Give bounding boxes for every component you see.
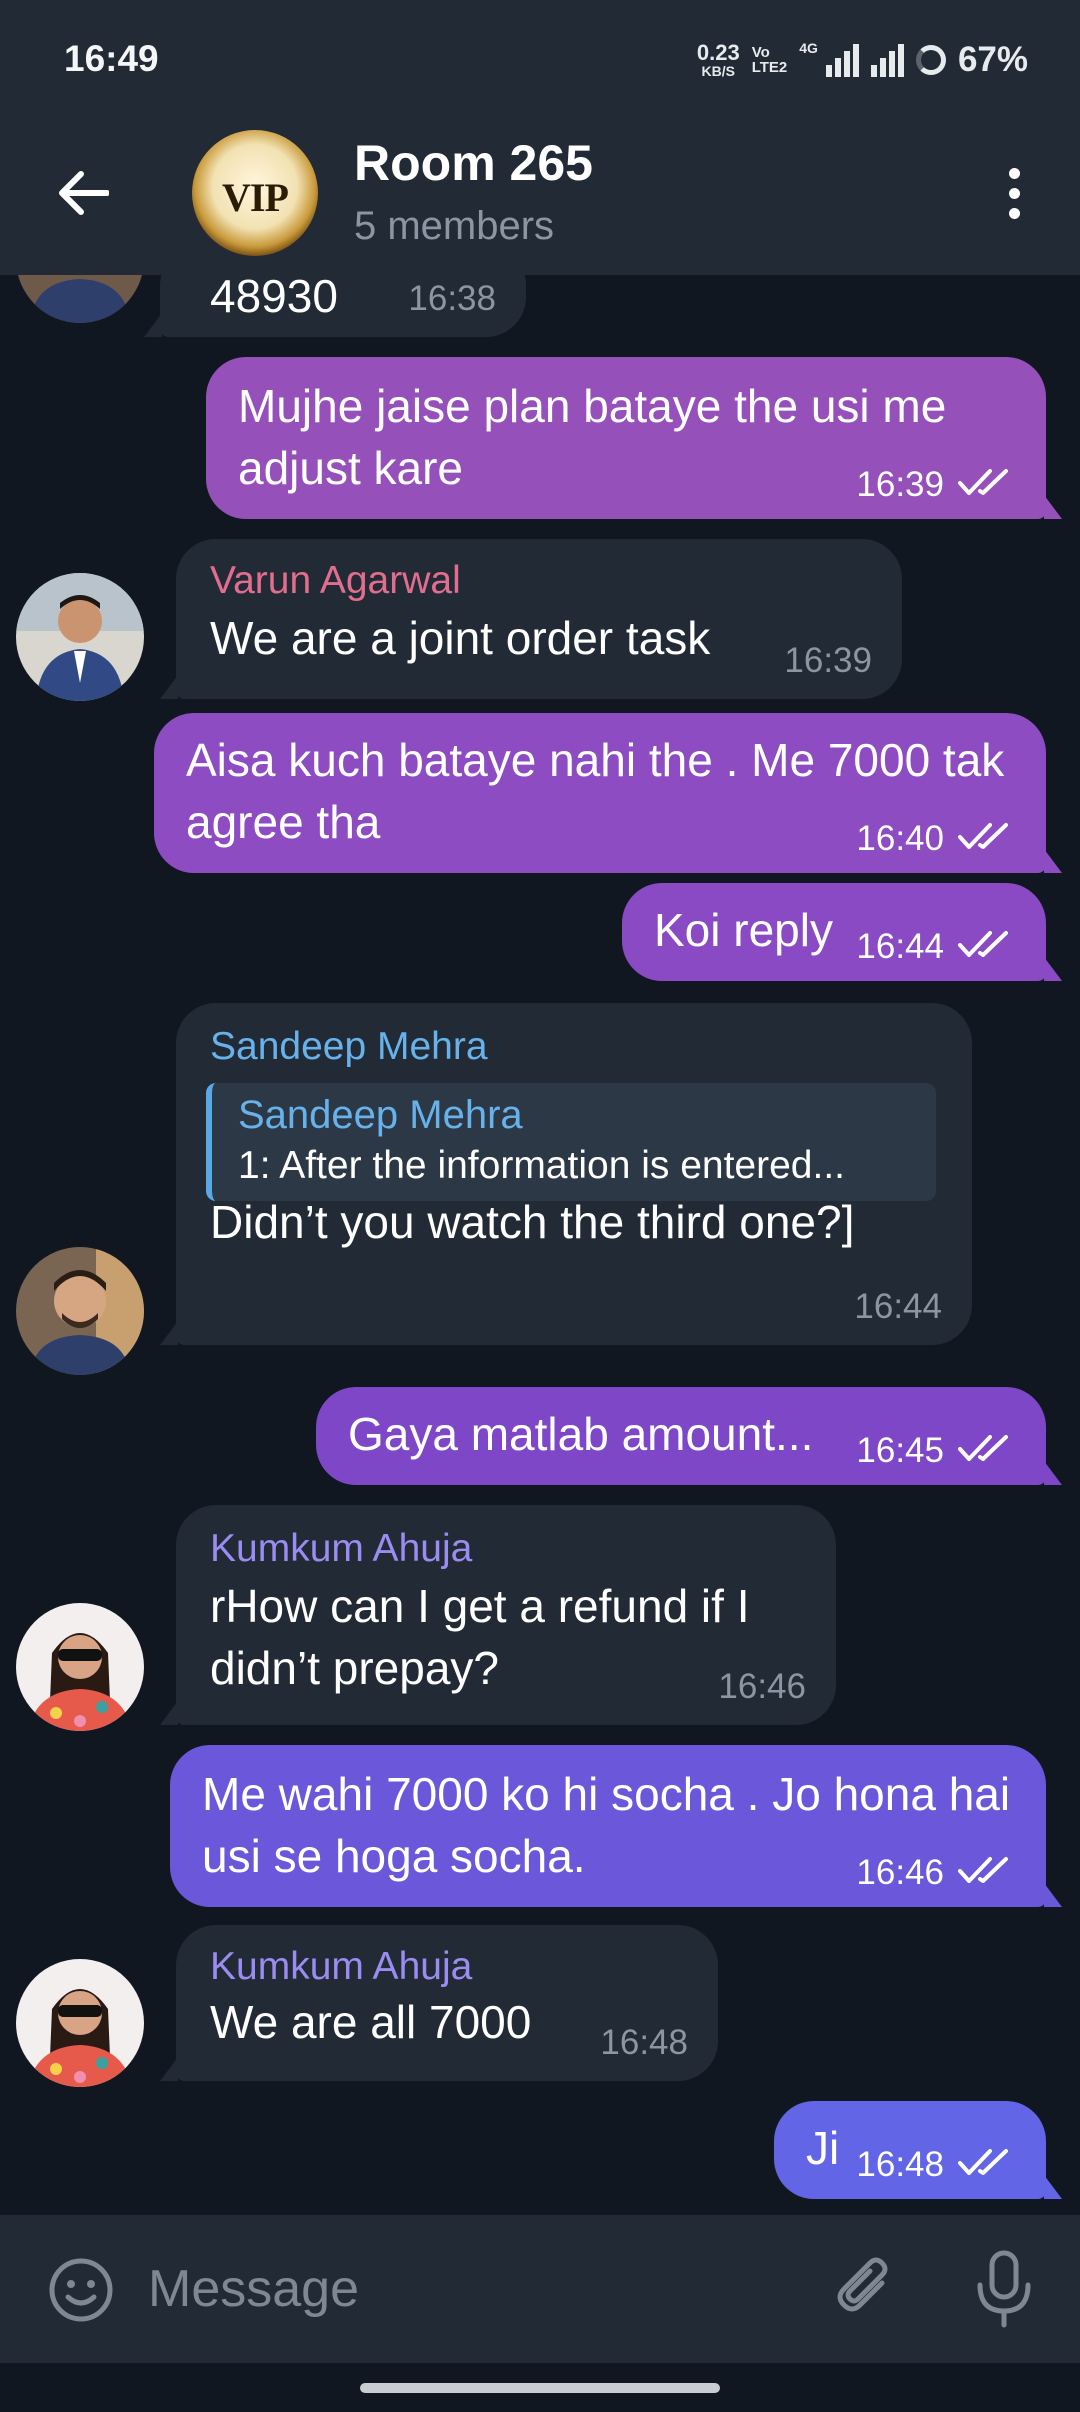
message-time: 16:46 xyxy=(856,1853,944,1892)
group-title[interactable]: Room 265 xyxy=(354,134,593,192)
reply-quote-sender: Sandeep Mehra xyxy=(238,1093,523,1137)
message-time: 16:44 xyxy=(854,1287,942,1326)
battery-icon xyxy=(915,45,946,75)
read-ticks-icon xyxy=(958,1435,1008,1461)
message-time: 16:39 xyxy=(856,465,944,504)
message-time: 16:40 xyxy=(856,819,944,858)
message-bubble[interactable]: Sandeep Mehra Sandeep Mehra 1: After the… xyxy=(160,1003,972,1345)
home-indicator[interactable] xyxy=(360,2383,720,2393)
message-time: 16:39 xyxy=(784,641,872,680)
sender-name[interactable]: Varun Agarwal xyxy=(210,557,461,605)
volte-icon: Vo LTE2 xyxy=(752,45,788,75)
avatar-sandeep[interactable] xyxy=(16,1247,144,1375)
message-composer: Message xyxy=(0,2215,1080,2363)
message-time: 16:48 xyxy=(856,2145,944,2184)
network-speed-value: 0.23 xyxy=(696,40,740,65)
message-bubble-own[interactable]: Gaya matlab amount... 16:45 xyxy=(316,1387,1062,1485)
message-bubble[interactable]: Varun Agarwal We are a joint order task … xyxy=(160,539,902,699)
read-ticks-icon xyxy=(958,1857,1008,1883)
system-nav-area xyxy=(0,2363,1080,2412)
smiley-icon xyxy=(49,2258,113,2322)
back-arrow-icon xyxy=(59,171,109,215)
voice-record-button[interactable] xyxy=(968,2249,1040,2329)
avatar-varun[interactable] xyxy=(16,573,144,701)
back-button[interactable] xyxy=(48,158,118,228)
message-bubble[interactable]: 48930 16:38 xyxy=(144,275,526,337)
group-member-count: 5 members xyxy=(354,204,555,248)
message-text: We are a joint order task xyxy=(210,612,711,664)
menu-dot-icon xyxy=(1008,167,1020,179)
sender-name[interactable]: Kumkum Ahuja xyxy=(210,1525,472,1573)
status-time: 16:49 xyxy=(64,38,159,79)
message-bubble[interactable]: Kumkum Ahuja rHow can I get a refund if … xyxy=(160,1505,836,1725)
message-time: 16:46 xyxy=(718,1667,806,1706)
message-bubble-own[interactable]: Koi reply 16:44 xyxy=(622,883,1062,981)
message-text: 48930 xyxy=(210,275,338,322)
avatar-sandeep[interactable] xyxy=(16,275,144,323)
message-bubble-own[interactable]: Aisa kuch bataye nahi the . Me 7000 tak … xyxy=(154,713,1062,873)
message-bubble-own[interactable]: Ji 16:48 xyxy=(774,2101,1062,2199)
reply-quote[interactable]: Sandeep Mehra 1: After the information i… xyxy=(206,1083,936,1201)
chat-area[interactable]: 48930 16:38 Mujhe jaise plan bataye the … xyxy=(0,275,1080,2215)
network-type: 4G xyxy=(799,40,818,56)
message-time: 16:38 xyxy=(408,279,496,318)
message-text: Didn’t you watch the third one?] xyxy=(210,1196,855,1248)
reply-quote-text: 1: After the information is entered... xyxy=(238,1144,845,1187)
message-time: 16:45 xyxy=(856,1431,944,1470)
group-avatar-text: VIP xyxy=(222,175,289,220)
attach-button[interactable] xyxy=(830,2253,902,2325)
network-speed-unit: KB/S xyxy=(701,63,735,79)
message-bubble[interactable]: Kumkum Ahuja We are all 7000 16:48 xyxy=(160,1925,718,2081)
message-text: Ji xyxy=(806,2122,840,2174)
signal-icon-sim2 xyxy=(870,43,904,77)
read-ticks-icon xyxy=(958,469,1008,495)
sender-name[interactable]: Kumkum Ahuja xyxy=(210,1943,472,1991)
volte-bottom: LTE2 xyxy=(751,59,788,76)
message-bubble-own[interactable]: Mujhe jaise plan bataye the usi me adjus… xyxy=(206,357,1062,519)
read-ticks-icon xyxy=(958,823,1008,849)
message-input[interactable]: Message xyxy=(148,2253,788,2325)
message-bubble-own[interactable]: Me wahi 7000 ko hi socha . Jo hona hai u… xyxy=(170,1745,1062,1907)
volte-top: Vo xyxy=(751,44,770,61)
signal-icon-sim1 xyxy=(825,43,859,77)
avatar-kumkum[interactable] xyxy=(16,1959,144,2087)
group-avatar[interactable]: VIP xyxy=(192,130,318,256)
status-icons: 0.23 KB/S Vo LTE2 4G 67% xyxy=(697,40,1028,80)
paperclip-icon xyxy=(837,2257,888,2312)
message-text: Koi reply xyxy=(654,904,833,956)
menu-dot-icon xyxy=(1008,207,1020,219)
avatar-kumkum[interactable] xyxy=(16,1603,144,1731)
network-speed: 0.23 KB/S xyxy=(696,40,740,79)
battery-percent: 67% xyxy=(957,40,1028,79)
menu-dot-icon xyxy=(1008,187,1020,199)
more-options-button[interactable] xyxy=(984,160,1044,226)
message-text: We are all 7000 xyxy=(210,1996,532,2048)
message-text: Gaya matlab amount... xyxy=(348,1408,814,1460)
top-bar: 16:49 0.23 KB/S Vo LTE2 4G 67% VIP Room … xyxy=(0,0,1080,275)
read-ticks-icon xyxy=(958,931,1008,957)
microphone-icon xyxy=(977,2250,1031,2328)
message-time: 16:44 xyxy=(856,927,944,966)
emoji-button[interactable] xyxy=(48,2257,114,2323)
read-ticks-icon xyxy=(958,2149,1008,2175)
sender-name[interactable]: Sandeep Mehra xyxy=(210,1023,488,1071)
message-time: 16:48 xyxy=(600,2023,688,2062)
